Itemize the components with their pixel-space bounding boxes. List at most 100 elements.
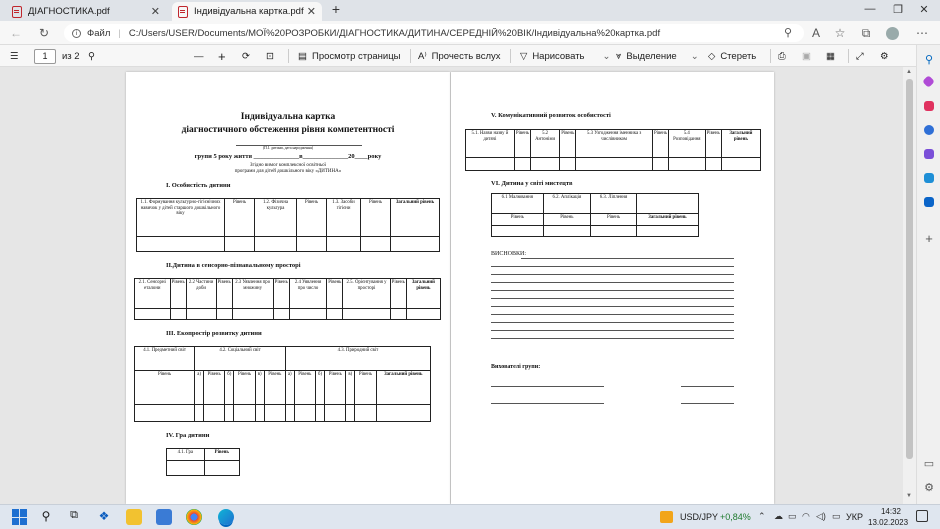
close-window-button[interactable]: ✕ bbox=[914, 3, 934, 17]
close-tab-icon[interactable]: ✕ bbox=[151, 5, 160, 18]
protocol-label: Файл bbox=[87, 27, 111, 39]
close-tab-icon[interactable]: ✕ bbox=[307, 5, 316, 18]
wifi-icon[interactable]: ◠ bbox=[802, 511, 810, 522]
page-view-button[interactable]: ▤ Просмотр страницы bbox=[298, 48, 401, 64]
conclusions-label: ВИСНОВКИ: bbox=[491, 251, 527, 257]
contents-icon[interactable]: ☰ bbox=[10, 48, 19, 64]
vertical-scrollbar[interactable]: ▲ ▼ bbox=[903, 67, 916, 504]
table-arts: 6.1 Малювання 6.2. Аплікація 6.3. Ліплен… bbox=[491, 193, 700, 237]
pdf-icon bbox=[12, 5, 22, 18]
section-5-heading: V. Комунікативний розвиток особистості bbox=[491, 112, 611, 119]
back-icon[interactable]: ← bbox=[8, 25, 24, 41]
pen-icon: ▽ bbox=[520, 50, 528, 62]
clock-date[interactable]: 13.02.2023 bbox=[868, 518, 908, 527]
task-view-icon[interactable]: ⧉ bbox=[66, 509, 82, 525]
url-field[interactable]: i Файл | C:/Users/USER/Documents/МОЇ%20Р… bbox=[64, 24, 804, 42]
zoom-search-icon[interactable]: ⚲ bbox=[780, 25, 796, 41]
outlook-icon[interactable] bbox=[924, 197, 934, 207]
section-2-heading: ІІ.Дитина в сенсорно-пізнавальному прост… bbox=[166, 262, 301, 269]
name-hint: (П.І. дитини, дата народження) bbox=[262, 146, 314, 150]
mail-icon[interactable] bbox=[156, 509, 172, 525]
program-line-1: Згідно вимог комплексної освітньої bbox=[249, 163, 326, 168]
chrome-icon[interactable] bbox=[186, 509, 202, 525]
ticker-symbol[interactable]: USD/JPY bbox=[680, 512, 718, 522]
zoom-in-button[interactable]: + bbox=[218, 48, 226, 64]
favorite-star-icon[interactable]: ☆ bbox=[832, 25, 848, 41]
read-mode-icon[interactable]: A bbox=[808, 25, 824, 41]
collections-icon[interactable]: ⧉ bbox=[858, 25, 874, 41]
erase-button[interactable]: ◇ Стереть bbox=[708, 48, 756, 64]
onedrive-icon[interactable]: ☁ bbox=[774, 511, 783, 522]
scrollbar-thumb[interactable] bbox=[906, 79, 913, 459]
network-icon[interactable]: ▭ bbox=[788, 511, 797, 522]
windows-taskbar: ⚲ ⧉ ❖ USD/JPY +0,84% ⌃ ☁ ▭ ◠ ◁) ▭ УКР 14… bbox=[0, 504, 940, 529]
section-6-heading: VI. Дитина у світі мистецтв bbox=[491, 180, 573, 187]
info-icon[interactable]: i bbox=[72, 28, 81, 38]
section-4-heading: IV. Гра дитини bbox=[166, 432, 210, 439]
sidebar-settings-icon[interactable]: ⚙ bbox=[922, 481, 936, 495]
refresh-icon[interactable]: ↻ bbox=[36, 25, 52, 41]
highlighter-icon: ⩔ bbox=[616, 50, 622, 62]
clock-time[interactable]: 14:32 bbox=[878, 507, 904, 516]
discover-icon[interactable] bbox=[922, 75, 935, 88]
pdf-toolbar: ☰ 1 из 2 ⚲ — + ⟳ ⊡ ▤ Просмотр страницы A⁾… bbox=[0, 45, 916, 67]
teachers-label: Вихователі групи: bbox=[491, 364, 541, 370]
profile-avatar[interactable] bbox=[886, 27, 899, 40]
chevron-down-icon: ⌄ bbox=[602, 50, 611, 62]
program-line-2: програми для дітей дошкільного віку «ДИТ… bbox=[234, 169, 342, 174]
read-aloud-button[interactable]: A⁾ Прочесть вслух bbox=[418, 48, 501, 64]
highlight-button[interactable]: ⩔ Выделение ⌄ bbox=[616, 48, 699, 64]
draw-button[interactable]: ▽ Нарисовать ⌄ bbox=[520, 48, 610, 64]
card-subtitle: діагностичного обстеження рівня компетен… bbox=[181, 125, 395, 135]
file-explorer-icon[interactable] bbox=[126, 509, 142, 525]
section-3-heading: ІІІ. Екопростір розвитку дитини bbox=[166, 330, 262, 337]
battery-icon[interactable]: ▭ bbox=[832, 511, 841, 522]
tab-title: ДІАГНОСТИКА.pdf bbox=[28, 6, 110, 17]
page-view-icon: ▤ bbox=[298, 50, 307, 62]
pdf-icon bbox=[178, 5, 188, 18]
volume-icon[interactable]: ◁) bbox=[816, 511, 826, 522]
language-indicator[interactable]: УКР bbox=[846, 512, 863, 522]
fit-page-icon[interactable]: ⊡ bbox=[266, 48, 274, 64]
shopping-icon[interactable] bbox=[924, 101, 934, 111]
chevron-up-icon[interactable]: ⌃ bbox=[758, 511, 766, 522]
page-number-input[interactable]: 1 bbox=[34, 48, 56, 64]
stocks-icon bbox=[660, 511, 673, 523]
zoom-out-button[interactable]: — bbox=[194, 48, 204, 64]
print-icon[interactable]: ⎙ bbox=[778, 48, 786, 64]
address-bar-row: ← ↻ i Файл | C:/Users/USER/Documents/МОЇ… bbox=[0, 21, 940, 45]
tab-title: Індивідуальна картка.pdf bbox=[194, 6, 304, 17]
table-eco: 4.1. Предметний світ 4.2. Соціальний сві… bbox=[133, 346, 432, 422]
group-line: групи 5 року життя ______________в______… bbox=[194, 153, 382, 160]
minimize-button[interactable]: — bbox=[860, 3, 880, 17]
games-icon[interactable] bbox=[924, 149, 934, 159]
eraser-icon: ◇ bbox=[708, 50, 716, 62]
edge-sidebar: ⚲ + ▭ ⚙ bbox=[916, 45, 940, 504]
url-text: C:/Users/USER/Documents/МОЇ%20РОЗРОБКИ/Д… bbox=[128, 27, 661, 39]
tab-diagnostyka[interactable]: ДІАГНОСТИКА.pdf ✕ bbox=[6, 2, 166, 21]
dropbox-icon[interactable]: ❖ bbox=[96, 509, 112, 525]
start-button[interactable] bbox=[12, 509, 28, 525]
add-sidebar-app-icon[interactable]: + bbox=[922, 231, 936, 246]
fullscreen-icon[interactable]: ⤢ bbox=[856, 48, 864, 64]
tab-strip: ДІАГНОСТИКА.pdf ✕ Індивідуальна картка.p… bbox=[0, 0, 940, 21]
search-icon[interactable]: ⚲ bbox=[922, 53, 936, 67]
office-icon[interactable] bbox=[924, 173, 934, 183]
rotate-icon[interactable]: ⟳ bbox=[242, 48, 250, 64]
save-as-icon[interactable]: ▦ bbox=[826, 48, 835, 64]
more-menu-icon[interactable]: ⋯ bbox=[914, 25, 930, 41]
search-icon[interactable]: ⚲ bbox=[88, 48, 95, 64]
tools-icon[interactable] bbox=[924, 125, 934, 135]
sidebar-layout-icon[interactable]: ▭ bbox=[922, 457, 936, 471]
pdf-page-1: Індивідуальна картка діагностичного обст… bbox=[126, 72, 450, 504]
table-personality: 1.1. Формування культурно-гігієнічних на… bbox=[136, 198, 440, 252]
tab-individual-card[interactable]: Індивідуальна картка.pdf ✕ bbox=[172, 2, 322, 21]
settings-gear-icon[interactable]: ⚙ bbox=[880, 48, 889, 64]
edge-icon[interactable] bbox=[218, 509, 234, 525]
table-communication: 5.1. Назви назву й дитячі Рівень 5.2 Анто… bbox=[465, 129, 762, 171]
new-tab-button[interactable]: + bbox=[326, 1, 346, 17]
maximize-button[interactable]: ❐ bbox=[888, 3, 908, 17]
search-icon[interactable]: ⚲ bbox=[38, 509, 54, 525]
notifications-icon[interactable] bbox=[916, 510, 928, 522]
save-icon[interactable]: ▣ bbox=[802, 48, 811, 64]
